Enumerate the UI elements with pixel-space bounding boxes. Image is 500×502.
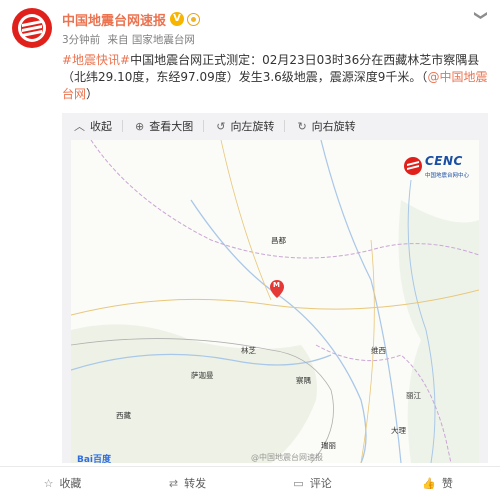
city-label: 昌都 <box>271 236 286 245</box>
collapse-icon: ︿ <box>74 120 85 133</box>
cenc-subtitle: 中国地震台网中心 <box>425 173 470 179</box>
rotate-left-label: 向左旋转 <box>230 120 275 133</box>
avatar-logo-icon <box>18 14 46 42</box>
chevron-down-icon[interactable]: ❯ <box>473 10 488 21</box>
city-label: 西藏 <box>116 411 131 420</box>
divider <box>0 466 500 467</box>
favorite-button[interactable]: ☆ 收藏 <box>0 472 125 494</box>
city-label: 林芝 <box>241 346 256 355</box>
view-large-button[interactable]: ⊕ 查看大图 <box>123 118 205 134</box>
post-time[interactable]: 3分钟前 <box>62 34 100 46</box>
rotate-right-icon: ↻ <box>297 119 307 133</box>
city-label: 察隅 <box>296 376 311 385</box>
cenc-title: CENC <box>425 154 463 168</box>
rotate-right-label: 向右旋转 <box>311 120 356 133</box>
view-large-label: 查看大图 <box>149 120 194 133</box>
comment-label: 评论 <box>309 477 332 490</box>
rotate-right-button[interactable]: ↻ 向右旋转 <box>285 118 355 134</box>
collapse-button[interactable]: ︿ 收起 <box>62 118 123 134</box>
post-source[interactable]: 国家地震台网 <box>132 34 195 46</box>
map-drawing <box>71 140 479 463</box>
avatar[interactable] <box>12 8 52 48</box>
city-label: 维西 <box>371 346 386 355</box>
like-label: 赞 <box>441 477 453 490</box>
cenc-logo-icon <box>404 157 422 175</box>
cenc-logo: CENC 中国地震台网中心 <box>401 154 471 186</box>
city-label: 大理 <box>391 426 406 435</box>
rotate-left-icon: ↺ <box>216 119 226 133</box>
city-label: 萨迦曼 <box>191 371 214 380</box>
verified-icon: V <box>170 12 185 26</box>
watermark: @中国地震台网速报 <box>251 453 323 462</box>
repost-label: 转发 <box>184 477 207 490</box>
comment-icon: ▭ <box>293 476 304 490</box>
author-row: 中国地震台网速报 V <box>62 10 201 29</box>
zoom-icon: ⊕ <box>135 119 145 133</box>
comment-button[interactable]: ▭ 评论 <box>250 472 375 494</box>
star-icon: ☆ <box>43 476 54 490</box>
rotate-left-button[interactable]: ↺ 向左旋转 <box>204 118 286 134</box>
hashtag-link[interactable]: #地震快讯# <box>62 53 130 67</box>
post-text: #地震快讯#中国地震台网正式测定：02月23日03时36分在西藏林芝市察隅县（北… <box>62 52 490 103</box>
post-close-paren: ） <box>86 87 99 101</box>
baidu-logo: Bai百度 <box>77 455 112 463</box>
collapse-label: 收起 <box>90 120 112 133</box>
earthquake-map[interactable]: CENC 中国地震台网中心 昌都 林芝 萨迦曼 察隅 维西 丽江 大理 西藏 瑞… <box>71 140 479 463</box>
gold-badge-icon <box>187 12 201 26</box>
action-bar: ☆ 收藏 ⇄ 转发 ▭ 评论 👍 赞 <box>0 472 500 494</box>
post-meta: 3分钟前 来自 国家地震台网 <box>62 32 195 47</box>
city-label: 丽江 <box>406 391 421 400</box>
repost-button[interactable]: ⇄ 转发 <box>125 472 250 494</box>
source-prefix: 来自 <box>107 34 129 46</box>
media-toolbar: ︿ 收起 ⊕ 查看大图 ↺ 向左旋转 ↻ 向右旋转 <box>62 113 488 139</box>
post-header: 中国地震台网速报 V ❯ 3分钟前 来自 国家地震台网 <box>0 0 500 52</box>
repost-icon: ⇄ <box>168 476 179 490</box>
marker-label: M <box>273 281 280 289</box>
favorite-label: 收藏 <box>59 477 82 490</box>
like-icon: 👍 <box>422 476 436 490</box>
city-label: 瑞丽 <box>321 441 336 450</box>
media-panel: ︿ 收起 ⊕ 查看大图 ↺ 向左旋转 ↻ 向右旋转 CENC 中国地震台网中心 … <box>62 113 488 463</box>
like-button[interactable]: 👍 赞 <box>375 472 500 494</box>
author-name[interactable]: 中国地震台网速报 <box>62 10 166 29</box>
